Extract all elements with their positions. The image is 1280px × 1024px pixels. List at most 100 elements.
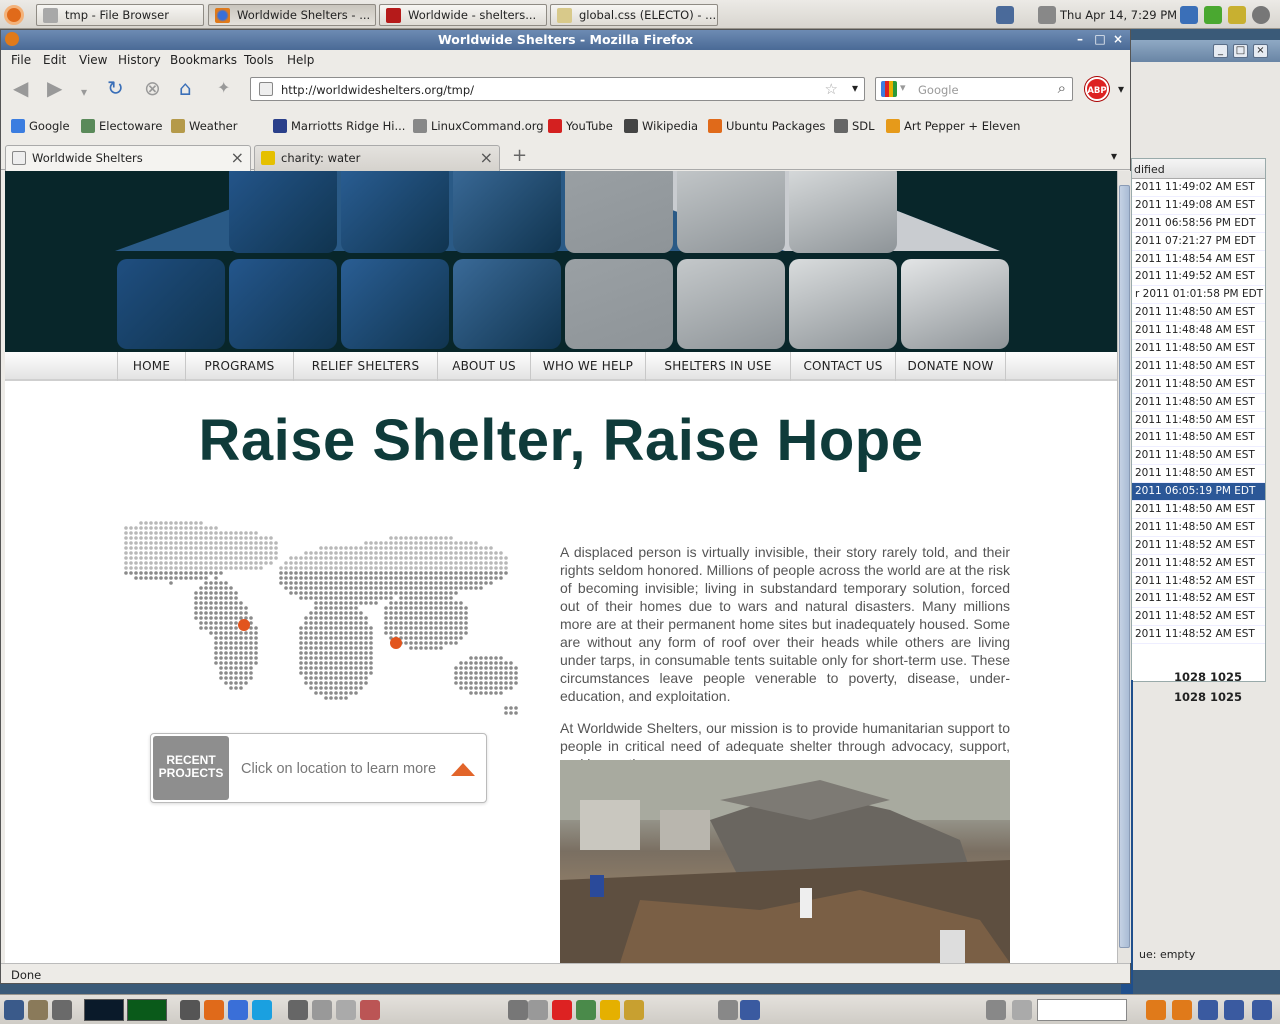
file-list-row[interactable]: 2011 11:48:50 AM EST: [1132, 394, 1265, 412]
file-list-row[interactable]: 2011 11:48:50 AM EST: [1132, 358, 1265, 376]
file-list-row[interactable]: 2011 11:48:52 AM EST: [1132, 608, 1265, 627]
window-icon[interactable]: [1252, 1000, 1272, 1020]
file-list-row[interactable]: 2011 11:49:52 AM EST: [1132, 268, 1265, 287]
file-list-row[interactable]: 2011 11:49:02 AM EST: [1132, 179, 1265, 197]
nav-donate-now[interactable]: DONATE NOW: [896, 352, 1006, 381]
show-desktop-icon[interactable]: [4, 1000, 24, 1020]
tool-icon[interactable]: [528, 1000, 548, 1020]
task-firefox-worldwide[interactable]: Worldwide Shelters - ...: [208, 4, 376, 26]
bookmark-item[interactable]: Ubuntu Packages: [708, 119, 825, 133]
bookmark-item[interactable]: Google: [11, 119, 70, 133]
scrollbar-thumb[interactable]: [1119, 185, 1130, 948]
nav-about-us[interactable]: ABOUT US: [438, 352, 531, 381]
menu-edit[interactable]: Edit: [43, 53, 66, 67]
app-icon[interactable]: [624, 1000, 644, 1020]
panel-search-input[interactable]: [1037, 999, 1127, 1021]
extension-icon[interactable]: ✦: [217, 78, 230, 98]
history-dropdown-icon[interactable]: ▾: [81, 82, 87, 102]
file-list-row[interactable]: 2011 11:49:08 AM EST: [1132, 197, 1265, 215]
app-icon[interactable]: [1012, 1000, 1032, 1020]
tab-list-icon[interactable]: ▾: [1111, 149, 1117, 163]
ubuntu-menu-icon[interactable]: [4, 5, 24, 25]
nav-who-we-help[interactable]: WHO WE HELP: [531, 352, 646, 381]
maximize-icon[interactable]: □: [1092, 32, 1108, 47]
running-man-icon[interactable]: [1204, 6, 1222, 24]
network-icon[interactable]: [996, 6, 1014, 24]
file-list-row[interactable]: 2011 11:48:54 AM EST: [1132, 251, 1265, 269]
url-dropdown-icon[interactable]: ▾: [852, 81, 858, 95]
minimize-icon[interactable]: –: [1072, 32, 1088, 47]
page-scrollbar[interactable]: [1117, 171, 1131, 963]
menu-tools[interactable]: Tools: [244, 53, 274, 67]
nav-contact-us[interactable]: CONTACT US: [791, 352, 896, 381]
bookmark-item[interactable]: Wikipedia: [624, 119, 698, 133]
file-list-row[interactable]: 2011 07:21:27 PM EDT: [1132, 233, 1265, 251]
bookmark-item[interactable]: Art Pepper + Eleven: [886, 119, 1020, 133]
task-editor[interactable]: global.css (ELECTO) - ...: [550, 4, 718, 26]
window-icon[interactable]: [1224, 1000, 1244, 1020]
editor-icon[interactable]: [508, 1000, 528, 1020]
bookmark-item[interactable]: Marriotts Ridge Hi...: [273, 119, 405, 133]
terminal-launcher-icon[interactable]: [180, 1000, 200, 1020]
file-list-row[interactable]: r 2011 01:01:58 PM EDT: [1132, 286, 1265, 305]
url-bar[interactable]: http://worldwideshelters.org/tmp/ ☆ ▾: [250, 77, 865, 101]
app-icon[interactable]: [718, 1000, 738, 1020]
stop-icon[interactable]: ⊗: [144, 78, 161, 98]
window-titlebar[interactable]: Worldwide Shelters - Mozilla Firefox – □…: [1, 30, 1130, 50]
file-list-row[interactable]: 2011 11:48:50 AM EST: [1132, 412, 1265, 430]
bookmark-item[interactable]: LinuxCommand.org: [413, 119, 544, 133]
expand-arrow-icon[interactable]: [451, 763, 475, 776]
search-go-icon[interactable]: ⌕: [1058, 79, 1066, 97]
file-list-row[interactable]: 2011 11:48:50 AM EST: [1132, 501, 1265, 519]
firefox-tray-icon[interactable]: [1146, 1000, 1166, 1020]
memory-monitor-icon[interactable]: [127, 999, 167, 1021]
file-list-row[interactable]: 2011 06:58:56 PM EDT: [1132, 215, 1265, 233]
lock-icon[interactable]: [1228, 6, 1246, 24]
bookmark-item[interactable]: SDL: [834, 119, 875, 133]
reload-icon[interactable]: ↻: [107, 78, 124, 98]
file-list-row[interactable]: 2011 11:48:48 AM EST: [1132, 322, 1265, 341]
menu-bookmarks[interactable]: Bookmarks: [170, 53, 237, 67]
chat-icon[interactable]: [228, 1000, 248, 1020]
file-list-row[interactable]: 2011 11:48:50 AM EST: [1132, 376, 1265, 394]
file-list-row[interactable]: 2011 11:48:50 AM EST: [1132, 429, 1265, 448]
tab-worldwide-shelters[interactable]: Worldwide Shelters ×: [5, 145, 251, 172]
skype-icon[interactable]: [252, 1000, 272, 1020]
minimize-icon[interactable]: _: [1213, 44, 1228, 58]
task-filezilla[interactable]: Worldwide - shelters...: [379, 4, 547, 26]
archive-icon[interactable]: [360, 1000, 380, 1020]
nav-home[interactable]: HOME: [117, 352, 186, 381]
file-list-row[interactable]: 2011 11:48:50 AM EST: [1132, 447, 1265, 466]
close-icon[interactable]: ×: [1253, 44, 1268, 58]
maximize-icon[interactable]: □: [1233, 44, 1248, 58]
home-icon[interactable]: ⌂: [179, 78, 192, 98]
engine-dropdown-icon[interactable]: ▾: [900, 81, 906, 94]
audio-icon[interactable]: [600, 1000, 620, 1020]
menu-view[interactable]: View: [79, 53, 107, 67]
file-manager-icon[interactable]: [28, 1000, 48, 1020]
project-location-marker[interactable]: [238, 619, 250, 631]
settings-icon[interactable]: [986, 1000, 1006, 1020]
file-list-row[interactable]: 2011 11:48:52 AM EST: [1132, 590, 1265, 609]
filezilla-launcher-icon[interactable]: [552, 1000, 572, 1020]
menu-file[interactable]: File: [11, 53, 31, 67]
file-list-row[interactable]: 2011 11:48:50 AM EST: [1132, 304, 1265, 323]
file-list-row[interactable]: 2011 11:48:52 AM EST: [1132, 626, 1265, 645]
close-icon[interactable]: ×: [1110, 32, 1126, 47]
forward-icon[interactable]: ▶: [47, 78, 62, 98]
app-icon[interactable]: [576, 1000, 596, 1020]
tab-charity-water[interactable]: charity: water ×: [254, 145, 500, 171]
close-tab-icon[interactable]: ×: [231, 148, 244, 167]
power-icon[interactable]: [1252, 6, 1270, 24]
display-icon[interactable]: [1180, 6, 1198, 24]
adblock-plus-icon[interactable]: ABP: [1085, 77, 1109, 101]
project-location-marker[interactable]: [390, 637, 402, 649]
bookmark-item[interactable]: Electoware: [81, 119, 162, 133]
screenshot-icon[interactable]: [336, 1000, 356, 1020]
recent-projects-box[interactable]: RECENT PROJECTS Click on location to lea…: [150, 733, 487, 803]
abp-dropdown-icon[interactable]: ▾: [1118, 82, 1124, 96]
file-list-row[interactable]: 2011 06:05:19 PM EDT: [1132, 483, 1265, 502]
bookmark-star-icon[interactable]: ☆: [825, 80, 838, 98]
nav-programs[interactable]: PROGRAMS: [186, 352, 294, 381]
window-icon[interactable]: [1198, 1000, 1218, 1020]
